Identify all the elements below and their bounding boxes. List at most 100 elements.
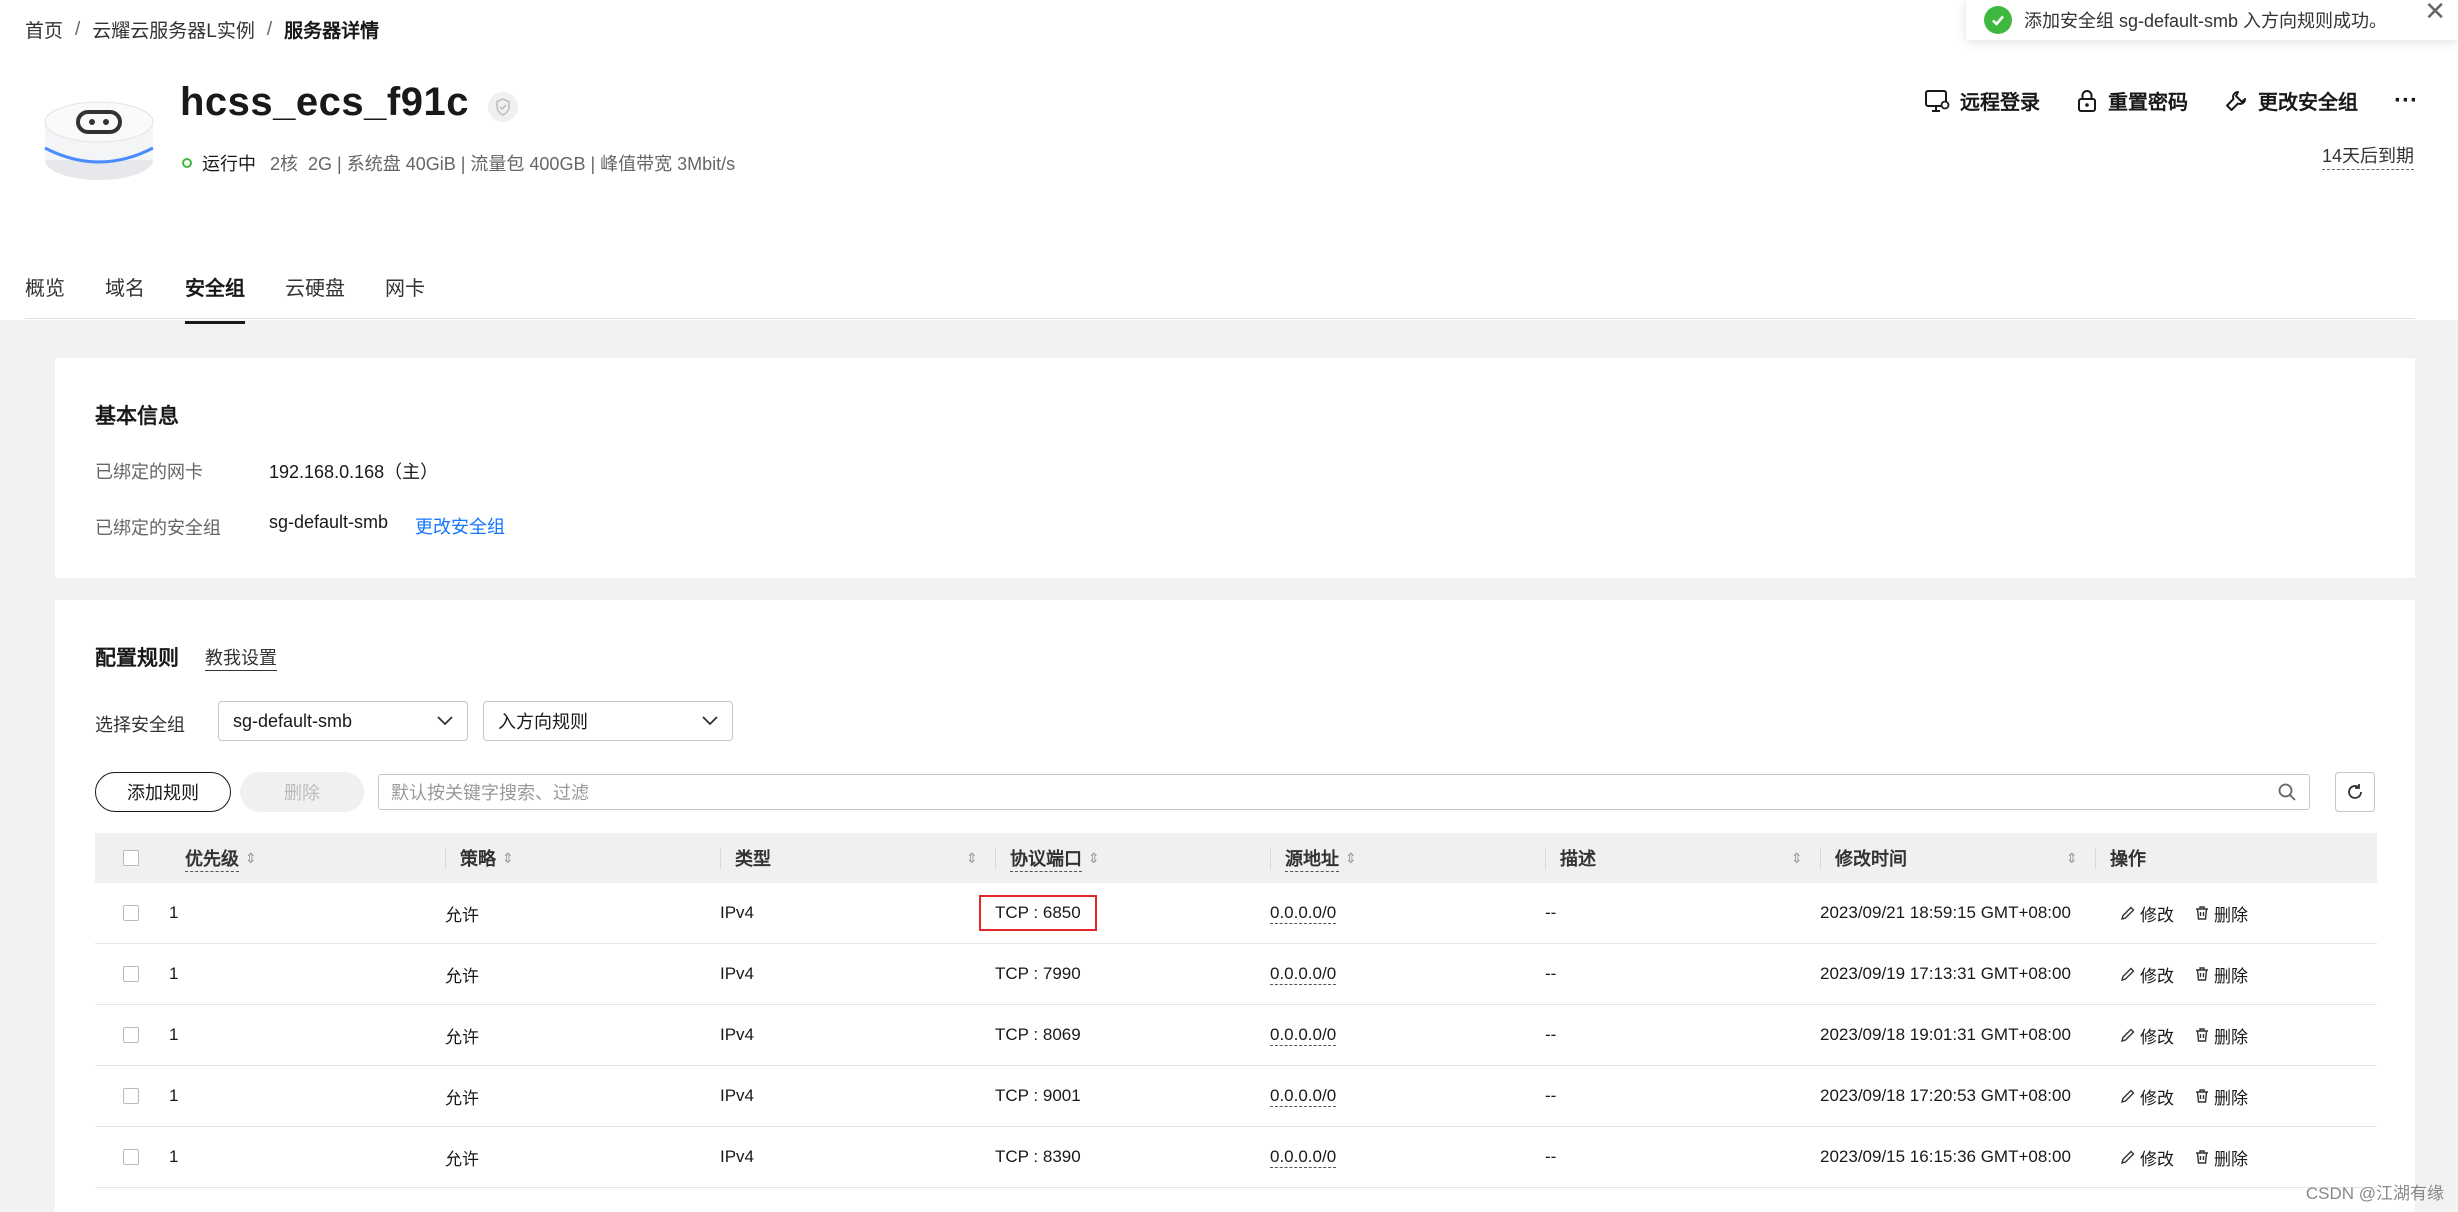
tab-domain[interactable]: 域名	[105, 272, 145, 324]
more-button[interactable]: ···	[2394, 87, 2418, 115]
column-port[interactable]: 协议端口 ⇕	[1010, 833, 1100, 883]
select-all-checkbox[interactable]	[123, 850, 139, 866]
edit-label: 修改	[2140, 1088, 2174, 1108]
delete-button[interactable]: 删除	[2194, 1023, 2248, 1048]
priority-cell: 1	[169, 1086, 179, 1105]
column-time: 修改时间	[1835, 833, 1907, 883]
remote-login-button[interactable]: 远程登录	[1924, 86, 2040, 115]
desc-cell: --	[1545, 1147, 1557, 1166]
edit-button[interactable]: 修改	[2120, 1023, 2174, 1048]
pencil-icon	[2120, 1028, 2135, 1043]
policy-cell: 允许	[445, 1088, 479, 1108]
reset-password-button[interactable]: 重置密码	[2076, 86, 2188, 115]
time-cell: 2023/09/19 17:13:31 GMT+08:00	[1820, 964, 2071, 983]
column-priority[interactable]: 优先级 ⇕	[185, 833, 257, 883]
sg-select[interactable]: sg-default-smb	[218, 701, 468, 741]
filter-icon[interactable]: ⇕	[2066, 850, 2078, 867]
desc-cell: --	[1545, 1025, 1557, 1044]
source-cell[interactable]: 0.0.0.0/0	[1270, 964, 1337, 985]
sort-icon[interactable]: ⇕	[1345, 850, 1357, 867]
column-policy[interactable]: 策略 ⇕	[460, 833, 514, 883]
row-checkbox[interactable]	[123, 966, 139, 982]
edit-button[interactable]: 修改	[2120, 1145, 2174, 1170]
source-cell[interactable]: 0.0.0.0/0	[1270, 903, 1337, 924]
filter-icon[interactable]: ⇕	[1791, 850, 1803, 867]
reset-password-label: 重置密码	[2108, 92, 2189, 114]
lock-icon	[2078, 89, 2097, 112]
basic-info-title: 基本信息	[95, 405, 179, 428]
success-toast: 添加安全组 sg-default-smb 入方向规则成功。 ✕	[1966, 0, 2458, 40]
delete-label: 删除	[2214, 1149, 2248, 1169]
rules-card: 配置规则 教我设置 选择安全组 sg-default-smb 入方向规则 添加规…	[55, 600, 2415, 1212]
column-label: 策略	[460, 849, 496, 869]
tab-bar: 概览 域名 安全组 云硬盘 网卡	[0, 222, 2458, 324]
column-source[interactable]: 源地址 ⇕	[1285, 833, 1357, 883]
edit-button[interactable]: 修改	[2120, 1084, 2174, 1109]
desc-cell: --	[1545, 903, 1557, 922]
sort-icon[interactable]: ⇕	[245, 850, 257, 867]
header-actions: 远程登录 重置密码 更改安全组 ···	[1924, 86, 2418, 115]
delete-button[interactable]: 删除	[2194, 962, 2248, 987]
pencil-icon	[2120, 906, 2135, 921]
policy-cell: 允许	[445, 905, 479, 925]
port-cell: TCP : 6850	[979, 895, 1097, 931]
source-cell[interactable]: 0.0.0.0/0	[1270, 1025, 1337, 1046]
row-checkbox[interactable]	[123, 1149, 139, 1165]
breadcrumb-current: 服务器详情	[284, 21, 380, 42]
search-placeholder: 默认按关键字搜索、过滤	[391, 783, 589, 803]
priority-cell: 1	[169, 1025, 179, 1044]
tab-divider	[25, 318, 2415, 319]
expire-info[interactable]: 14天后到期	[2321, 142, 2414, 170]
change-sg-link[interactable]: 更改安全组	[415, 513, 505, 539]
source-cell[interactable]: 0.0.0.0/0	[1270, 1086, 1337, 1107]
row-checkbox[interactable]	[123, 1027, 139, 1043]
close-icon[interactable]: ✕	[2424, 0, 2446, 27]
breadcrumb: 首页 / 云耀云服务器L实例 / 服务器详情	[25, 16, 379, 43]
delete-button[interactable]: 删除	[2194, 1145, 2248, 1170]
time-cell: 2023/09/18 19:01:31 GMT+08:00	[1820, 1025, 2071, 1044]
breadcrumb-home[interactable]: 首页	[25, 16, 63, 43]
status-dot-icon	[182, 158, 192, 168]
select-sg-label: 选择安全组	[95, 715, 185, 735]
breadcrumb-instances[interactable]: 云耀云服务器L实例	[92, 16, 255, 43]
teach-link[interactable]: 教我设置	[205, 644, 277, 671]
search-input[interactable]: 默认按关键字搜索、过滤	[378, 774, 2310, 810]
policy-cell: 允许	[445, 1027, 479, 1047]
edit-button[interactable]: 修改	[2120, 962, 2174, 987]
edit-button[interactable]: 修改	[2120, 901, 2174, 926]
tab-disk[interactable]: 云硬盘	[285, 272, 345, 324]
shield-icon[interactable]	[488, 92, 518, 122]
tab-nic[interactable]: 网卡	[385, 272, 425, 324]
trash-icon	[2196, 906, 2208, 920]
add-rule-button[interactable]: 添加规则	[95, 772, 231, 812]
server-icon	[44, 101, 154, 180]
chevron-down-icon	[702, 716, 718, 726]
source-cell[interactable]: 0.0.0.0/0	[1270, 1147, 1337, 1168]
column-label: 描述	[1560, 849, 1596, 869]
delete-label: 删除	[2214, 1027, 2248, 1047]
delete-button[interactable]: 删除	[2194, 1084, 2248, 1109]
filter-icon[interactable]: ⇕	[966, 850, 978, 867]
delete-button[interactable]: 删除	[2194, 901, 2248, 926]
tab-overview[interactable]: 概览	[25, 272, 65, 324]
type-cell: IPv4	[720, 1147, 755, 1166]
sort-icon[interactable]: ⇕	[502, 850, 514, 867]
trash-icon	[2196, 967, 2208, 981]
port-cell: TCP : 8390	[995, 1147, 1081, 1166]
row-checkbox[interactable]	[123, 905, 139, 921]
row-checkbox[interactable]	[123, 1088, 139, 1104]
change-sg-button[interactable]: 更改安全组	[2224, 86, 2358, 115]
column-divider	[1545, 847, 1546, 869]
refresh-button[interactable]	[2335, 772, 2375, 812]
port-cell: TCP : 9001	[995, 1086, 1081, 1105]
column-label: 修改时间	[1835, 849, 1907, 869]
desc-cell: --	[1545, 1086, 1557, 1105]
time-cell: 2023/09/18 17:20:53 GMT+08:00	[1820, 1086, 2071, 1105]
table-row: 1 允许 IPv4 TCP : 8390 0.0.0.0/0 -- 2023/0…	[95, 1127, 2377, 1188]
column-label: 操作	[2110, 849, 2146, 869]
tab-security-group[interactable]: 安全组	[185, 272, 245, 324]
column-divider	[445, 847, 446, 869]
delete-rules-button[interactable]: 删除	[240, 772, 364, 812]
direction-select[interactable]: 入方向规则	[483, 701, 733, 741]
sort-icon[interactable]: ⇕	[1088, 850, 1100, 867]
